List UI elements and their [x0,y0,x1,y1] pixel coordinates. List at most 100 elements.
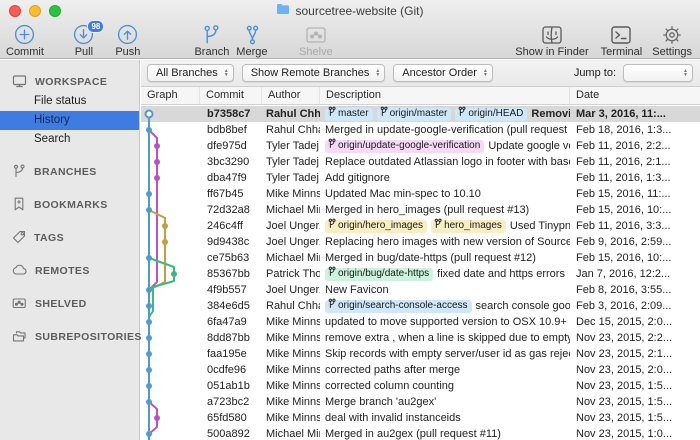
graph-cell [141,410,200,426]
toolbar-item-commit[interactable]: Commit [6,23,44,58]
toolbar-item-show-in-finder[interactable]: Show in Finder [515,23,588,58]
toolbar-item-terminal[interactable]: Terminal [601,23,643,58]
commit-date: Feb 15, 2016, 10:... [570,250,700,266]
commit-hash: 4f9b557 [200,282,262,298]
commit-hash: 65fd580 [200,410,262,426]
select-value: Show Remote Branches [251,67,370,79]
sidebar-item-file-status[interactable]: File status [0,92,139,111]
sidebar-section-branches[interactable]: BRANCHES [0,162,139,182]
branches-filter-select[interactable]: All Branches▲▼ [147,64,234,82]
commit-description: Add gitignore [320,170,570,186]
table-row[interactable]: b7358c7 Rahul Chha... masterorigin/maste… [141,106,700,122]
toolbar-item-pull[interactable]: 98 Pull [66,23,102,58]
description-text: Removing ol... [531,106,570,122]
commit-date: Feb 3, 2016, 2:09... [570,298,700,314]
column-header-graph[interactable]: Graph [141,87,200,104]
sidebar-item-history[interactable]: History [0,111,139,130]
commit-hash: dfe975d [200,138,262,154]
commit-author: Michael Min... [262,202,320,218]
bookmarks-icon [12,197,26,214]
remote-branches-filter-select[interactable]: Show Remote Branches▲▼ [242,64,386,82]
commit-author: Joel Unger... [262,282,320,298]
table-row[interactable]: 85367bb Patrick Tho... origin/bug/date-h… [141,266,700,282]
column-header-commit[interactable]: Commit [200,87,262,104]
zoom-window-button[interactable] [49,5,61,17]
sidebar-item-search[interactable]: Search [0,130,139,149]
commit-author: Michael Min... [262,250,320,266]
description-text: Add gitignore [325,170,390,186]
table-row[interactable]: 4f9b557 Joel Unger... New Favicon Feb 8,… [141,282,700,298]
table-row[interactable]: ce75b63 Michael Min... Merged in bug/dat… [141,250,700,266]
commit-description: updated to move supported version to OSX… [320,314,570,330]
description-text: Merged in update-google-verification (pu… [325,122,570,138]
description-text: Merged in hero_images (pull request #13) [325,202,529,218]
table-row[interactable]: 384e6d5 Rahul Chhab... origin/search-con… [141,298,700,314]
commit-description: Replace outdated Atlassian logo in foote… [320,154,570,170]
commit-hash: a723bc2 [200,394,262,410]
table-row[interactable]: 3bc3290 Tyler Tadej... Replace outdated … [141,154,700,170]
table-row[interactable]: 051ab1b Mike Minns... corrected column c… [141,378,700,394]
commit-description: masterorigin/masterorigin/HEADRemoving o… [320,106,570,122]
table-row[interactable]: 9d9438c Joel Unger... Replacing hero ima… [141,234,700,250]
table-row[interactable]: ff67b45 Mike Minns... Updated Mac min-sp… [141,186,700,202]
graph-cell [141,298,200,314]
close-window-button[interactable] [9,5,21,17]
table-row[interactable]: 6fa47a9 Mike Minns... updated to move su… [141,314,700,330]
commit-description: Merged in au2gex (pull request #11) [320,426,570,440]
commit-author: Joel Unger... [262,234,320,250]
description-text: Merged in bug/date-https (pull request #… [325,250,536,266]
column-header-description[interactable]: Description [320,87,570,104]
commit-author: Rahul Chhab... [262,122,320,138]
table-row[interactable]: bdb8bef Rahul Chhab... Merged in update-… [141,122,700,138]
sidebar-section-remotes[interactable]: REMOTES [0,261,139,281]
commit-table-header: GraphCommitAuthorDescriptionDate [141,87,700,105]
table-row[interactable]: 65fd580 Mike Minns... deal with invalid … [141,410,700,426]
table-row[interactable]: faa195e Mike Minns... Skip records with … [141,346,700,362]
table-row[interactable]: 72d32a8 Michael Min... Merged in hero_im… [141,202,700,218]
column-header-author[interactable]: Author [262,87,320,104]
description-text: corrected column counting [325,378,454,394]
commit-description: Replacing hero images with new version o… [320,234,570,250]
description-text: New Favicon [325,282,389,298]
sidebar-section-label: BRANCHES [34,166,97,178]
branch-icon [328,138,336,154]
toolbar-item-push[interactable]: Push [110,23,146,58]
branches-icon [12,164,26,181]
commit-description: deal with invalid instanceids [320,410,570,426]
column-header-date[interactable]: Date [570,87,700,104]
table-row[interactable]: 8dd87bb Mike Minns... remove extra , whe… [141,330,700,346]
toolbar-item-merge[interactable]: Merge [234,23,270,58]
commit-author: Joel Unger... [262,218,320,234]
commit-hash: ff67b45 [200,186,262,202]
pull-count-badge: 98 [87,20,104,33]
commit-hash: bdb8bef [200,122,262,138]
commit-author: Tyler Tadej... [262,154,320,170]
branch-badge: origin/update-google-verification [325,140,484,153]
table-row[interactable]: dfe975d Tyler Tadej... origin/update-goo… [141,138,700,154]
jump-to-select[interactable]: ▲▼ [623,64,693,82]
minimize-window-button[interactable] [29,5,41,17]
commit-date: Nov 23, 2015, 1:5... [570,394,700,410]
commit-description: New Favicon [320,282,570,298]
table-row[interactable]: 0cdfe96 Mike Minns... corrected paths af… [141,362,700,378]
branch-icon [328,106,336,122]
table-row[interactable]: 500a892 Michael Min... Merged in au2gex … [141,426,700,440]
toolbar-item-branch[interactable]: Branch [194,23,230,58]
graph-cell [141,378,200,394]
sidebar-section-bookmarks[interactable]: BOOKMARKS [0,195,139,215]
graph-cell [141,138,200,154]
filter-bar: All Branches▲▼Show Remote Branches▲▼Ance… [141,60,700,87]
table-row[interactable]: a723bc2 Mike Minns... Merge branch 'au2g… [141,394,700,410]
branch-icon [434,218,442,234]
table-row[interactable]: dba47f9 Tyler Tadej... Add gitignore Feb… [141,170,700,186]
sidebar-section-subrepositories[interactable]: SUBREPOSITORIES [0,327,139,347]
table-row[interactable]: 246c4ff Joel Unger... origin/hero_images… [141,218,700,234]
select-value: Ancestor Order [402,67,477,79]
toolbar-item-settings[interactable]: Settings [652,23,692,58]
sidebar-section-shelved[interactable]: SHELVED [0,294,139,314]
commit-description: origin/update-google-verificationUpdate … [320,138,570,154]
commit-date: Feb 15, 2016, 11:... [570,186,700,202]
sort-order-select[interactable]: Ancestor Order▲▼ [393,64,493,82]
sidebar-section-tags[interactable]: TAGS [0,228,139,248]
sidebar-section-workspace[interactable]: WORKSPACE [0,72,139,92]
